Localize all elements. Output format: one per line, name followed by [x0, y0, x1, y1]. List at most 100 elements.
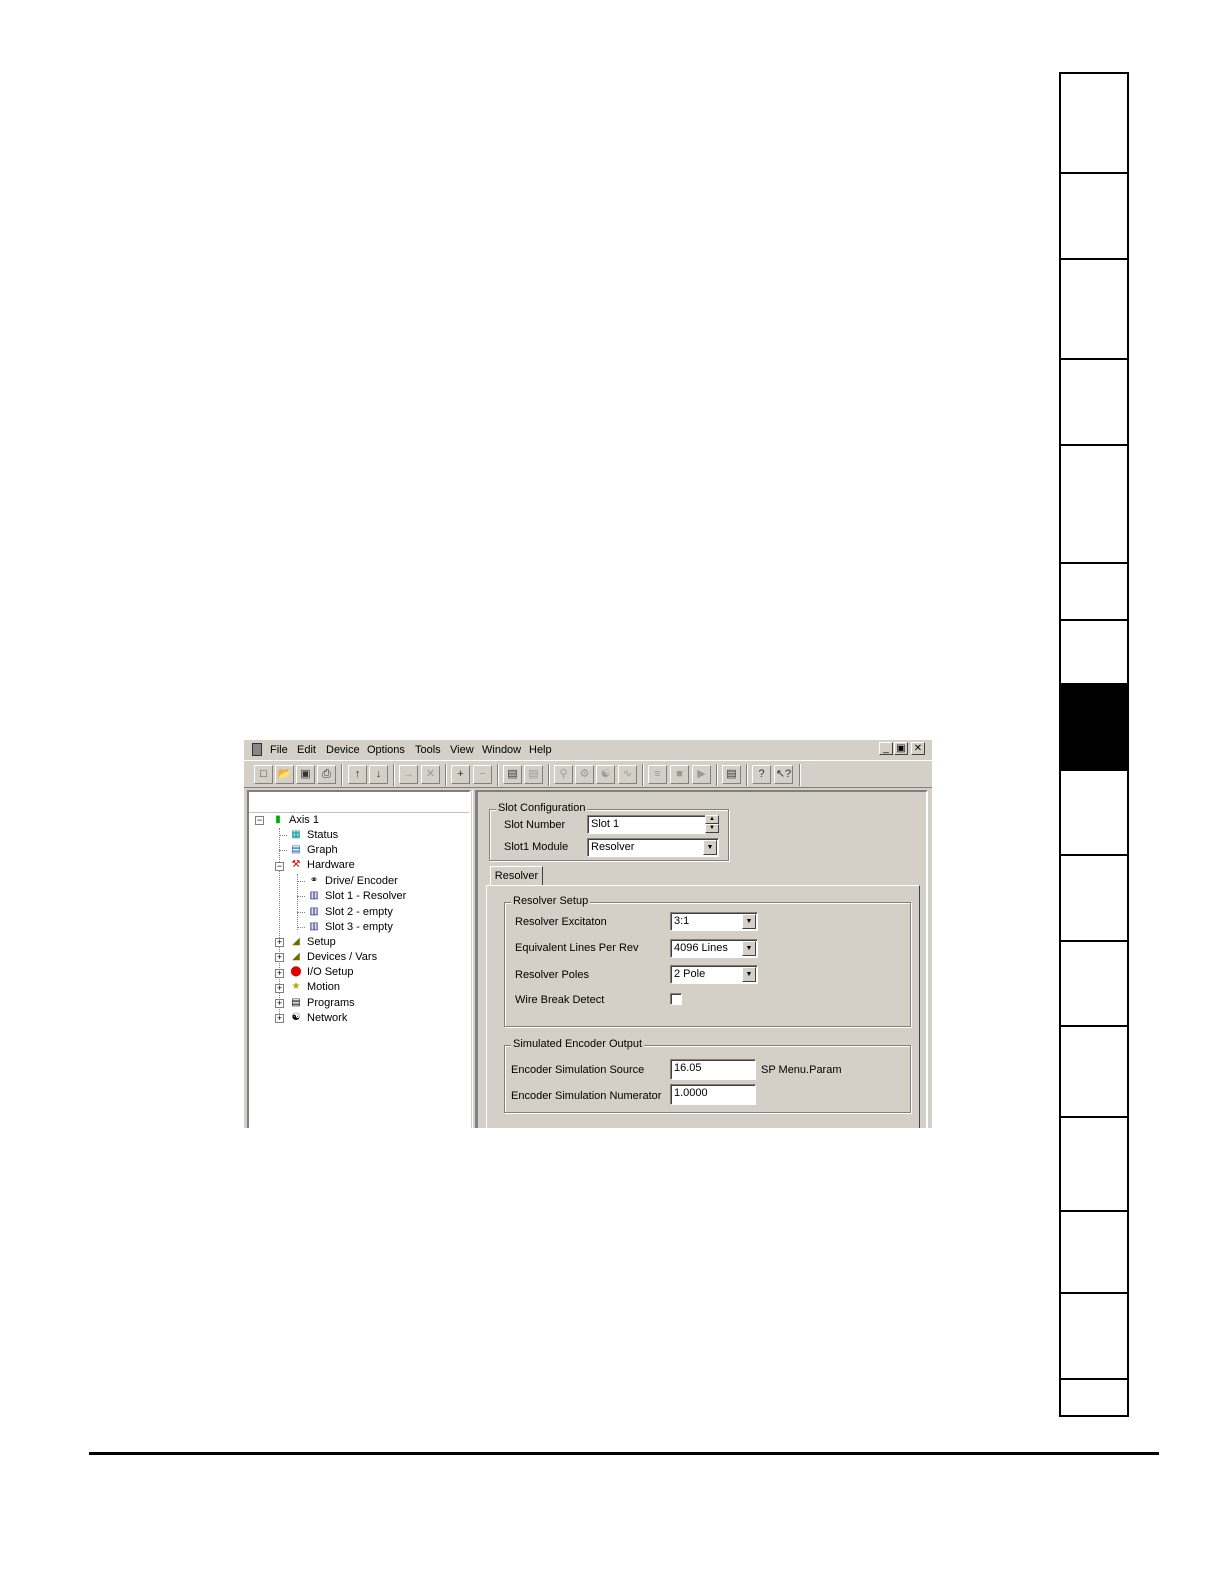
expand-devices-icon[interactable]: + — [275, 953, 284, 962]
help-icon[interactable]: ? — [752, 765, 771, 784]
restore-icon[interactable]: ▣ — [894, 742, 908, 755]
zoom-icon[interactable]: ⚲ — [554, 765, 573, 784]
print-icon[interactable]: ⎙ — [317, 765, 336, 784]
tab-resolver[interactable]: Resolver — [490, 866, 543, 886]
save-icon[interactable]: ▣ — [296, 765, 315, 784]
system-menu-icon[interactable] — [252, 743, 262, 756]
compile-icon[interactable]: ≡ — [648, 765, 667, 784]
resolver-setup-group: Resolver Setup Resolver Excitaton 3:1 ▼ … — [504, 895, 911, 1027]
slot-module-value: Resolver — [591, 841, 635, 853]
remove-node-icon[interactable]: − — [473, 765, 492, 784]
copy-icon[interactable]: ▤ — [503, 765, 522, 784]
new-file-icon[interactable]: □ — [254, 765, 273, 784]
collapse-hardware-icon[interactable]: − — [275, 862, 284, 871]
group-title: Resolver Setup — [511, 895, 591, 907]
collapse-axis-icon[interactable]: − — [255, 816, 264, 825]
menu-device[interactable]: Device — [326, 744, 360, 756]
resolver-excitation-value: 3:1 — [674, 915, 690, 927]
toolbar-separator — [642, 764, 644, 786]
project-tree[interactable]: − ▮ Axis 1 ▦ Status ▤ Graph − ⚒ Hardware… — [247, 790, 471, 1128]
paste-icon[interactable]: ▤ — [524, 765, 543, 784]
tree-node-label: Motion — [307, 981, 341, 993]
menu-options[interactable]: Options — [367, 744, 405, 756]
toolbar-separator — [341, 764, 343, 786]
group-title: Slot Configuration — [496, 802, 588, 814]
encoder-source-value: 16.05 — [674, 1062, 702, 1074]
lines-per-rev-dropdown[interactable]: 4096 Lines ▼ — [670, 939, 758, 958]
context-help-icon[interactable]: ↖? — [774, 765, 793, 784]
chapter-tab-11 — [1061, 942, 1127, 1027]
toolbar-separator — [393, 764, 395, 786]
watch-icon[interactable]: ☯ — [596, 765, 615, 784]
chevron-down-icon[interactable]: ▼ — [742, 967, 756, 982]
tree-node-label: Slot 2 - empty — [325, 906, 393, 918]
add-node-icon[interactable]: + — [451, 765, 470, 784]
menu-window[interactable]: Window — [482, 744, 521, 756]
stop-icon[interactable]: ■ — [670, 765, 689, 784]
tree-node-label: Devices / Vars — [307, 951, 378, 963]
menu-tools[interactable]: Tools — [415, 744, 441, 756]
wire-break-checkbox[interactable] — [670, 993, 682, 1005]
chapter-tab-current — [1061, 685, 1127, 771]
close-icon[interactable]: ✕ — [911, 742, 925, 755]
expand-programs-icon[interactable]: + — [275, 999, 284, 1008]
delete-icon[interactable]: ✕ — [421, 765, 440, 784]
expand-motion-icon[interactable]: + — [275, 984, 284, 993]
scope-icon[interactable]: ∿ — [618, 765, 637, 784]
config-pane: Slot Configuration Slot Number Slot 1 ▲ … — [476, 790, 928, 1128]
tree-node-label: Slot 1 - Resolver — [325, 890, 407, 902]
menu-view[interactable]: View — [450, 744, 474, 756]
tree-node-label: Network — [307, 1012, 348, 1024]
chevron-down-icon[interactable]: ▼ — [703, 840, 717, 855]
resolver-poles-dropdown[interactable]: 2 Pole ▼ — [670, 965, 758, 984]
slot-module-label: Slot1 Module — [504, 841, 569, 853]
download-icon[interactable]: ↓ — [369, 765, 388, 784]
slot-number-field[interactable]: Slot 1 — [587, 815, 706, 834]
chapter-tab-7 — [1061, 621, 1127, 685]
chevron-down-icon[interactable]: ▼ — [742, 914, 756, 929]
tree-node-label: Drive/ Encoder — [325, 875, 398, 887]
goto-param-icon[interactable]: → — [399, 765, 418, 784]
config-icon[interactable]: ⚙ — [575, 765, 594, 784]
expand-io-icon[interactable]: + — [275, 969, 284, 978]
encoder-icon: ⚭ — [309, 875, 319, 886]
upload-icon[interactable]: ↑ — [348, 765, 367, 784]
minimize-icon[interactable]: _ — [879, 742, 893, 755]
encoder-numerator-field[interactable]: 1.0000 — [670, 1084, 756, 1105]
chevron-down-icon[interactable]: ▼ — [742, 941, 756, 956]
spin-up-icon[interactable]: ▲ — [705, 815, 719, 824]
open-folder-icon[interactable]: 📂 — [275, 765, 294, 784]
chapter-tab-2 — [1061, 174, 1127, 260]
group-title: Simulated Encoder Output — [511, 1038, 645, 1050]
menu-file[interactable]: File — [270, 744, 288, 756]
tree-line — [297, 896, 305, 897]
wire-break-label: Wire Break Detect — [515, 994, 605, 1006]
encoder-source-label: Encoder Simulation Source — [511, 1064, 645, 1076]
menu-help[interactable]: Help — [529, 744, 552, 756]
chapter-tab-4 — [1061, 360, 1127, 446]
resolver-excitation-label: Resolver Excitaton — [515, 916, 607, 928]
spin-down-icon[interactable]: ▼ — [705, 824, 719, 833]
toolbar-separator — [445, 764, 447, 786]
expand-setup-icon[interactable]: + — [275, 938, 284, 947]
chapter-tab-13 — [1061, 1118, 1127, 1212]
encoder-source-unit: SP Menu.Param — [761, 1064, 842, 1076]
resolver-tab-panel: Resolver Setup Resolver Excitaton 3:1 ▼ … — [486, 885, 920, 1128]
encoder-source-field[interactable]: 16.05 — [670, 1059, 756, 1080]
status-icon: ▦ — [291, 829, 301, 840]
tree-node-label: Setup — [307, 936, 336, 948]
run-icon[interactable]: ▶ — [692, 765, 711, 784]
simulated-encoder-group: Simulated Encoder Output Encoder Simulat… — [504, 1038, 911, 1113]
menu-edit[interactable]: Edit — [297, 744, 316, 756]
slot-module-dropdown[interactable]: Resolver ▼ — [587, 838, 719, 857]
resolver-excitation-dropdown[interactable]: 3:1 ▼ — [670, 912, 758, 931]
tree-node-label: Status — [307, 829, 339, 841]
chapter-tab-15 — [1061, 1294, 1127, 1380]
window-icon[interactable]: ▤ — [722, 765, 741, 784]
menu-bar: File Edit Device Options Tools View Wind… — [244, 740, 932, 760]
tree-node-label: I/O Setup — [307, 966, 354, 978]
expand-network-icon[interactable]: + — [275, 1014, 284, 1023]
slot-number-spinner[interactable]: ▲ ▼ — [705, 815, 719, 834]
tree-line — [297, 881, 305, 882]
lines-per-rev-label: Equivalent Lines Per Rev — [515, 942, 639, 954]
